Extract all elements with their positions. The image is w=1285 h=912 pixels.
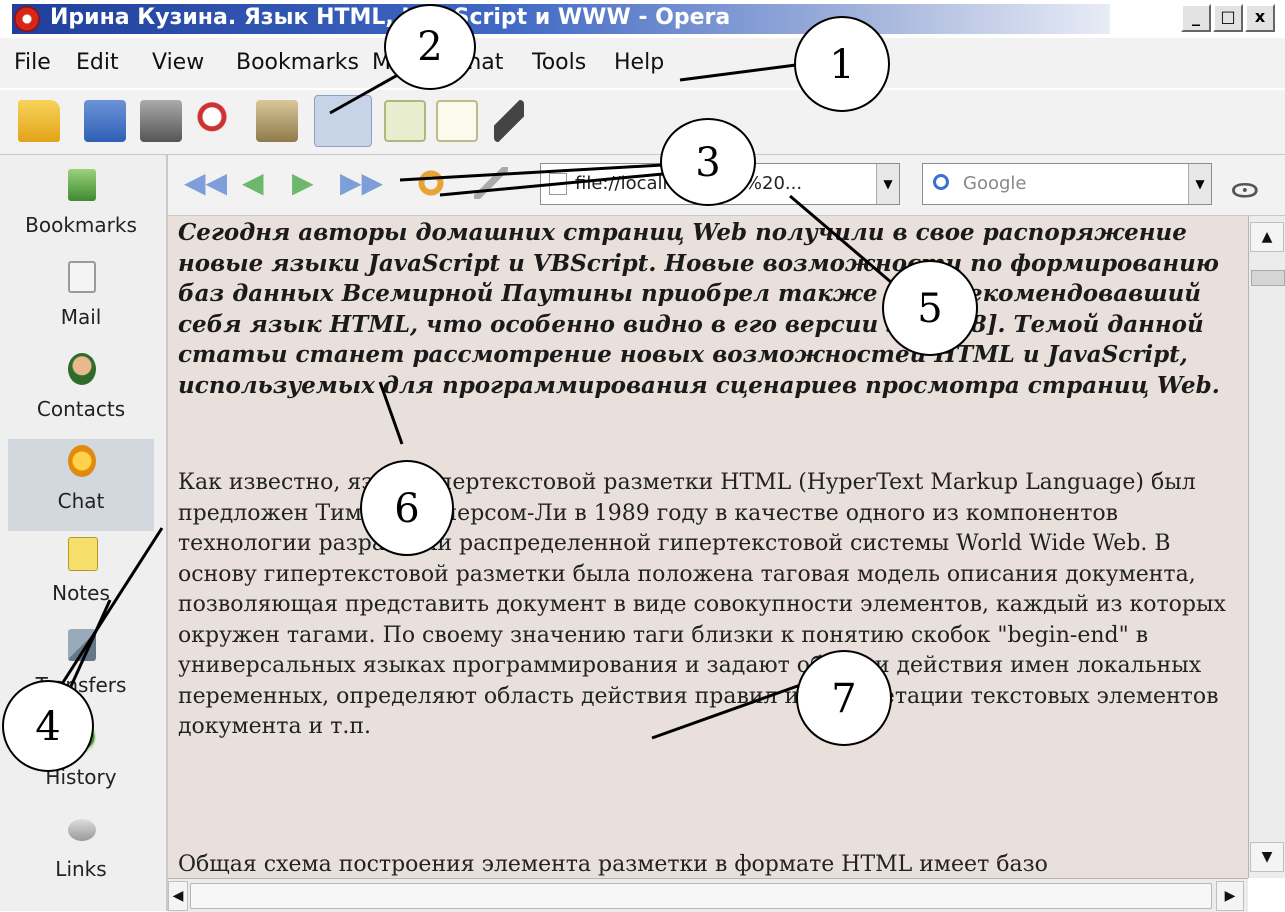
menu-edit[interactable]: Edit <box>76 50 119 75</box>
search-placeholder: Google <box>963 173 1027 194</box>
search-icon <box>933 174 949 190</box>
horizontal-scroll-thumb[interactable] <box>190 883 1212 909</box>
edit-icon[interactable] <box>474 167 508 199</box>
opera-logo-icon <box>14 6 40 32</box>
chat-icon <box>68 445 96 477</box>
panels-icon[interactable] <box>314 95 372 147</box>
sidebar-item-label: Bookmarks <box>25 213 137 237</box>
scroll-down-button[interactable]: ▼ <box>1250 842 1284 872</box>
horizontal-scrollbar[interactable]: ◀ ▶ <box>168 878 1248 912</box>
scroll-up-button[interactable]: ▲ <box>1250 222 1284 252</box>
rewind-icon[interactable]: ◀◀ <box>184 167 227 199</box>
tile-icon[interactable] <box>384 100 426 142</box>
links-icon <box>68 819 96 841</box>
menu-bar: File Edit View Bookmarks Mail Chat Tools… <box>0 38 1285 88</box>
address-dropdown-button[interactable]: ▼ <box>876 164 899 204</box>
search-field[interactable]: Google ▼ <box>922 163 1212 205</box>
sidebar-item-label: Contacts <box>36 397 126 421</box>
back-icon[interactable]: ◀ <box>242 167 276 199</box>
menu-view[interactable]: View <box>152 50 204 75</box>
scroll-left-button[interactable]: ◀ <box>168 881 188 911</box>
menu-bookmarks[interactable]: Bookmarks <box>236 50 359 75</box>
sidebar-item-contacts[interactable]: Contacts <box>8 347 154 439</box>
sidebar-item-label: Notes <box>52 581 110 605</box>
bookmarks-icon <box>68 169 96 201</box>
sidebar-item-bookmarks[interactable]: Bookmarks <box>8 163 154 255</box>
menu-file[interactable]: File <box>14 50 51 75</box>
main-toolbar <box>0 90 1285 155</box>
vertical-scrollbar[interactable]: ▲ ▼ <box>1248 216 1285 878</box>
sidebar-item-links[interactable]: Links <box>8 807 154 899</box>
forward-icon[interactable]: ▶ <box>292 167 326 199</box>
callout-4: 4 <box>2 680 94 772</box>
title-bar: Ирина Кузина. Язык HTML, JavaScript и WW… <box>0 0 1285 36</box>
next-paragraph: Общая схема построения элемента разметки… <box>178 852 1048 877</box>
minimize-button[interactable]: _ <box>1181 4 1211 32</box>
callout-7: 7 <box>796 650 892 746</box>
menu-help[interactable]: Help <box>614 50 664 75</box>
find-icon[interactable] <box>196 100 236 142</box>
print-icon[interactable] <box>140 100 182 142</box>
close-button[interactable]: x <box>1245 4 1275 32</box>
contacts-icon <box>68 353 96 385</box>
vertical-scroll-thumb[interactable] <box>1251 270 1285 286</box>
sidebar-item-chat[interactable]: Chat <box>8 439 154 531</box>
save-icon[interactable] <box>84 100 126 142</box>
callout-5: 5 <box>882 260 978 356</box>
transfers-icon <box>68 629 96 661</box>
callout-1: 1 <box>794 16 890 112</box>
body-paragraph: Как известно, язык гипертекстовой размет… <box>178 470 1226 739</box>
callout-2: 2 <box>384 4 476 90</box>
scroll-right-button[interactable]: ▶ <box>1216 881 1244 911</box>
sidebar-item-label: Mail <box>60 305 102 329</box>
maximize-button[interactable]: □ <box>1213 4 1243 32</box>
open-folder-icon[interactable] <box>18 100 60 142</box>
customize-icon[interactable] <box>494 100 524 142</box>
document-icon <box>549 173 567 195</box>
binoculars-icon[interactable]: ᯣ <box>1230 165 1260 206</box>
callout-3: 3 <box>660 118 756 206</box>
callout-6: 6 <box>360 460 454 556</box>
sidebar-panel: Bookmarks Mail Contacts Chat Notes Trans… <box>0 155 168 911</box>
cascade-icon[interactable] <box>436 100 478 142</box>
reload-icon[interactable] <box>414 167 448 199</box>
sidebar-item-label: Links <box>55 857 107 881</box>
page-content: Сегодня авторы домашних страниц Web полу… <box>168 216 1248 878</box>
menu-tools[interactable]: Tools <box>532 50 586 75</box>
search-dropdown-button[interactable]: ▼ <box>1188 164 1211 204</box>
fast-forward-icon[interactable]: ▶▶ <box>340 167 383 199</box>
mail-icon <box>68 261 96 293</box>
sidebar-item-mail[interactable]: Mail <box>8 255 154 347</box>
sidebar-item-label: Chat <box>57 489 105 513</box>
sidebar-item-notes[interactable]: Notes <box>8 531 154 623</box>
home-icon[interactable] <box>256 100 298 142</box>
notes-icon <box>68 537 98 571</box>
intro-paragraph: Сегодня авторы домашних страниц Web полу… <box>178 219 1220 399</box>
